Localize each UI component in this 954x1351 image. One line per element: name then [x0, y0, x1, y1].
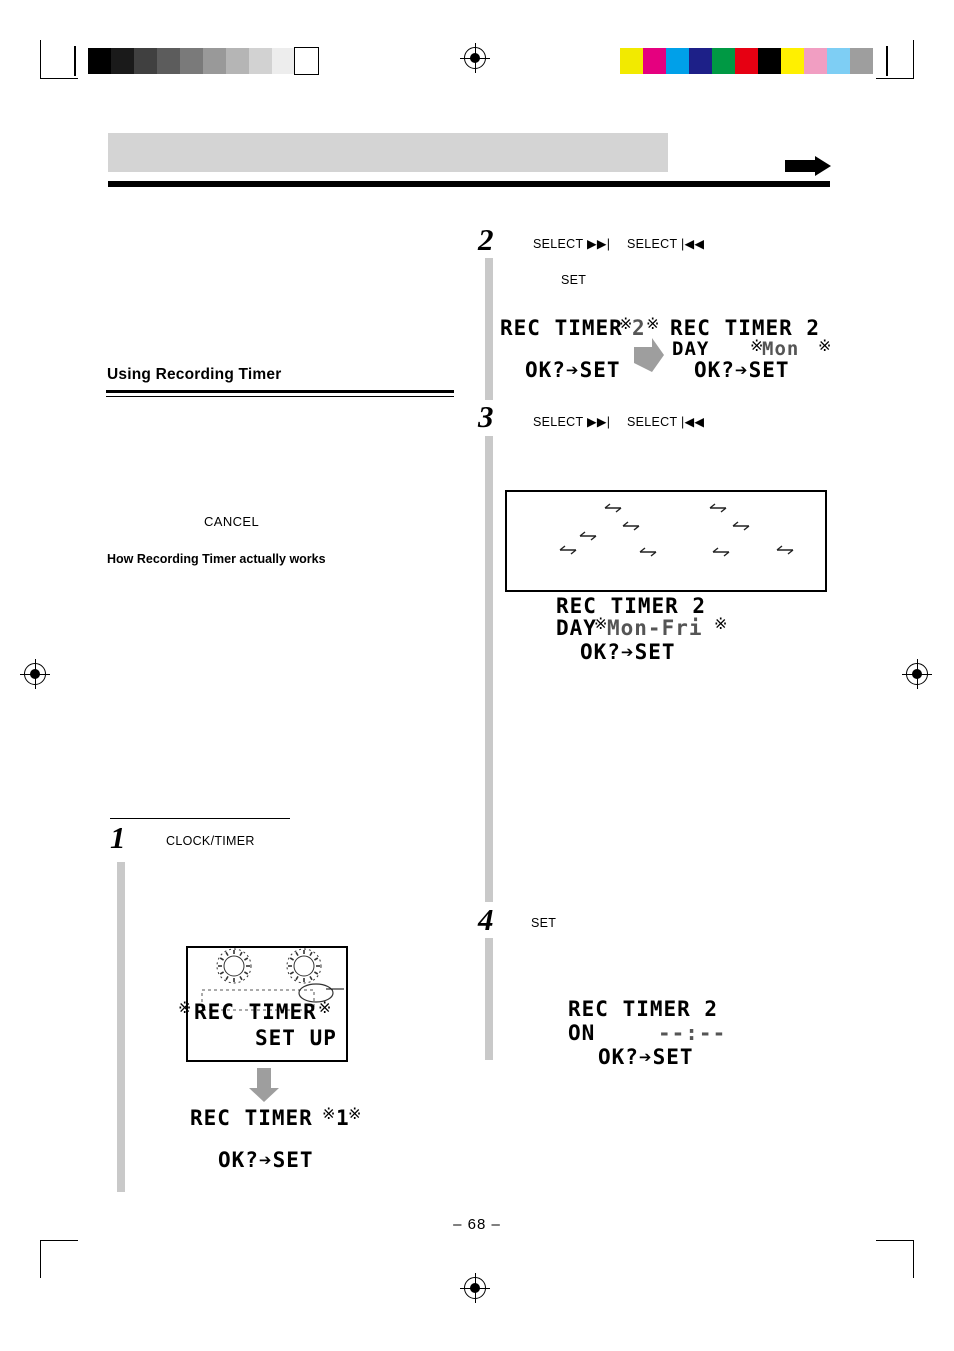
crop-mark-bottom-left-v — [40, 1240, 41, 1278]
step-2-right-blink-left-icon: ※ — [750, 338, 764, 355]
step-1-flow-bar — [117, 862, 125, 1192]
step-2-control-select-forward: SELECT ▶▶| — [533, 237, 611, 251]
step-2-control-set: SET — [561, 273, 587, 287]
grey-swatch-2 — [134, 48, 157, 74]
step-2-right-arrow-icon — [634, 338, 664, 372]
step-1-blink-left-icon: ※ — [178, 1000, 192, 1017]
step1-divider — [110, 818, 290, 819]
color-swatch-9 — [827, 48, 850, 74]
step-1-number: 1 — [110, 820, 126, 855]
step-4-control-set: SET — [531, 916, 557, 930]
grey-swatch-8 — [272, 48, 295, 74]
step-1-blink-right-icon: ※ — [318, 1000, 332, 1017]
step-4-lcd-ok-set: OK?➔SET — [598, 1045, 694, 1069]
crop-mark-bottom-right-h — [876, 1240, 914, 1241]
grey-swatch-0 — [88, 48, 111, 74]
color-swatch-7 — [781, 48, 804, 74]
crop-mark-top-right-h — [876, 78, 914, 79]
document-page: Using Recording Timer CANCEL How Recordi… — [0, 0, 954, 1351]
step-2-control-select-back: SELECT |◀◀ — [627, 237, 705, 251]
registration-mark-bottom — [460, 1273, 490, 1303]
crop-mark-top-left-v — [40, 40, 41, 78]
color-swatch-1 — [643, 48, 666, 74]
color-strip-right-bar — [886, 46, 888, 76]
step-2-lcd-right-day: DAY — [672, 338, 710, 360]
color-swatch-2 — [666, 48, 689, 74]
crop-mark-top-right-v — [913, 40, 914, 78]
step-4-lcd-time-placeholder: --:-- — [658, 1021, 727, 1045]
grey-swatch-3 — [157, 48, 180, 74]
step-4-flow-bar — [485, 938, 493, 1060]
registration-mark-right — [902, 659, 932, 689]
color-swatch-8 — [804, 48, 827, 74]
color-calibration-strip — [620, 48, 873, 74]
grey-swatch-9 — [294, 47, 319, 75]
color-swatch-3 — [689, 48, 712, 74]
step-1-control-clock-timer: CLOCK/TIMER — [166, 834, 255, 848]
crop-mark-bottom-right-v — [913, 1240, 914, 1278]
step-3-day-sequence-arrows — [559, 503, 794, 557]
step-2-flow-bar — [485, 258, 493, 400]
step-1-lcd-set-up: SET UP — [255, 1026, 337, 1050]
registration-mark-left — [20, 659, 50, 689]
color-swatch-5 — [735, 48, 758, 74]
step-2-lcd-right-mon: Mon — [762, 338, 800, 360]
color-swatch-10 — [850, 48, 873, 74]
step-1-lcd-rec-timer: REC TIMER — [194, 1000, 317, 1024]
page-title: Using Recording Timer — [107, 366, 282, 383]
step-2-lcd-left-timer-number: 2 — [632, 316, 646, 340]
step-3-lcd-ok-set: OK?➔SET — [580, 640, 676, 664]
step-2-lcd-right-rec-timer-2: REC TIMER 2 — [670, 316, 821, 340]
step-3-lcd-rec-timer-2: REC TIMER 2 — [556, 594, 707, 618]
cancel-label: CANCEL — [204, 514, 260, 529]
greyscale-calibration-strip — [88, 47, 319, 75]
step-3-control-select-back: SELECT |◀◀ — [627, 415, 705, 429]
step-2-right-blink-right-icon: ※ — [818, 338, 832, 355]
crop-mark-bottom-left-h — [40, 1240, 78, 1241]
header-arrow-icon — [785, 156, 831, 176]
step-2-lcd-right-ok-set: OK?➔SET — [694, 358, 790, 382]
step-2-lcd-left-rec-timer: REC TIMER — [500, 316, 623, 340]
step-1b-blink-left-icon: ※ — [322, 1106, 336, 1123]
color-swatch-0 — [620, 48, 643, 74]
step-1b-blink-right-icon: ※ — [348, 1106, 362, 1123]
crop-mark-top-left-h — [40, 78, 78, 79]
color-swatch-4 — [712, 48, 735, 74]
step-1b-lcd-rec-timer: REC TIMER — [190, 1106, 313, 1130]
header-rule — [108, 181, 830, 187]
grey-swatch-5 — [203, 48, 226, 74]
page-number: – 68 – — [453, 1216, 501, 1233]
step-2-left-blink-right-icon: ※ — [646, 316, 660, 333]
step-3-number: 3 — [478, 399, 494, 434]
step-3-lcd-day: DAY — [556, 616, 597, 640]
registration-mark-top — [460, 43, 490, 73]
color-swatch-6 — [758, 48, 781, 74]
step-4-lcd-rec-timer-2: REC TIMER 2 — [568, 997, 719, 1021]
step-3-lcd-mon-fri: Mon-Fri — [607, 616, 703, 640]
step-3-blink-left-icon: ※ — [594, 616, 608, 633]
step-1b-lcd-ok-set: OK?➔SET — [218, 1148, 314, 1172]
step-4-number: 4 — [478, 902, 494, 937]
step-1-down-arrow-icon — [249, 1068, 279, 1102]
header-tint-band — [108, 133, 668, 172]
greyscale-strip-left-bar — [74, 46, 76, 76]
step-3-blink-right-icon: ※ — [714, 616, 728, 633]
grey-swatch-7 — [249, 48, 272, 74]
section-underline-thick — [106, 390, 454, 393]
step-3-control-select-forward: SELECT ▶▶| — [533, 415, 611, 429]
grey-swatch-4 — [180, 48, 203, 74]
grey-swatch-1 — [111, 48, 134, 74]
grey-swatch-6 — [226, 48, 249, 74]
step-2-left-blink-left-icon: ※ — [619, 316, 633, 333]
step-2-lcd-left-ok-set: OK?➔SET — [525, 358, 621, 382]
step-4-lcd-on: ON — [568, 1021, 596, 1045]
howto-heading: How Recording Timer actually works — [107, 552, 326, 566]
section-underline-thin — [106, 396, 454, 397]
step-3-flow-bar — [485, 436, 493, 902]
step-2-number: 2 — [478, 222, 494, 257]
